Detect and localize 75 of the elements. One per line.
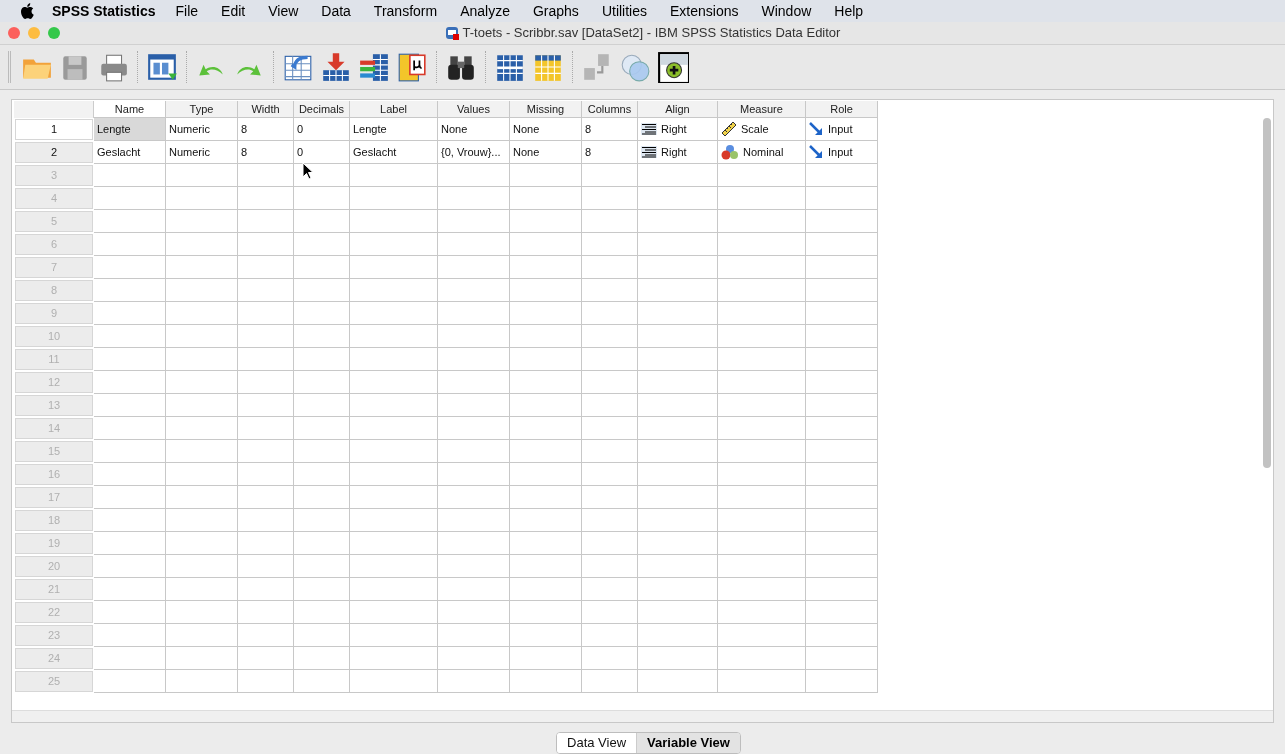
- menu-item[interactable]: Window: [761, 0, 812, 22]
- zoom-button[interactable]: [48, 27, 60, 39]
- close-button[interactable]: [8, 27, 20, 39]
- menu-item[interactable]: Edit: [221, 0, 246, 22]
- table-cell[interactable]: Geslacht: [94, 141, 166, 164]
- menu-item[interactable]: Help: [834, 0, 864, 22]
- table-cell[interactable]: Geslacht: [350, 141, 438, 164]
- column-header[interactable]: Decimals: [294, 101, 350, 118]
- table-cell[interactable]: Scale: [718, 118, 806, 141]
- menu-item[interactable]: Transform: [373, 0, 438, 22]
- table-cell[interactable]: None: [438, 118, 510, 141]
- table-cell[interactable]: 8: [582, 141, 638, 164]
- column-header[interactable]: Values: [438, 101, 510, 118]
- table-cell[interactable]: Nominal: [718, 141, 806, 164]
- column-header[interactable]: Type: [166, 101, 238, 118]
- table-cell[interactable]: {0, Vrouw}...: [438, 141, 510, 164]
- window-title: T-toets - Scribbr.sav [DataSet2] - IBM SPSS Statistics Data Editor: [462, 24, 841, 43]
- column-header[interactable]: Role: [806, 101, 878, 118]
- mouse-pointer-icon: [302, 162, 314, 180]
- apple-icon[interactable]: [20, 3, 34, 19]
- table-cell[interactable]: Input: [806, 118, 878, 141]
- table-cell[interactable]: 8: [238, 118, 294, 141]
- table-cell[interactable]: Right: [638, 141, 718, 164]
- data-file-icon: [444, 26, 459, 40]
- table-cell[interactable]: Lengte: [350, 118, 438, 141]
- menu-item[interactable]: Utilities: [601, 0, 647, 22]
- column-header[interactable]: Width: [238, 101, 294, 118]
- cell-value: Input: [828, 144, 853, 160]
- view-tab[interactable]: Variable View: [636, 733, 740, 753]
- align-right-icon: [641, 123, 657, 135]
- menu-item[interactable]: Analyze: [460, 0, 510, 22]
- scrollbar-thumb[interactable]: [1263, 118, 1271, 468]
- corner-header[interactable]: [14, 101, 94, 118]
- table-cell[interactable]: Lengte: [94, 118, 166, 141]
- insert-cases-icon[interactable]: [320, 51, 352, 83]
- table-cell[interactable]: Numeric: [166, 118, 238, 141]
- arrow-icon: [809, 145, 823, 159]
- column-header[interactable]: Label: [350, 101, 438, 118]
- column-header[interactable]: Name: [94, 101, 166, 118]
- dialog-icon[interactable]: [146, 51, 178, 83]
- table-cell[interactable]: None: [510, 141, 582, 164]
- insert-variable-icon[interactable]: [358, 51, 390, 83]
- menu-item[interactable]: Graphs: [532, 0, 579, 22]
- cell-value: Right: [661, 121, 687, 137]
- value-labels-icon[interactable]: [396, 51, 428, 83]
- align-right-icon: [641, 146, 657, 158]
- minimize-button[interactable]: [28, 27, 40, 39]
- arrow-icon: [809, 122, 823, 136]
- table-cell[interactable]: 0: [294, 118, 350, 141]
- column-header[interactable]: Measure: [718, 101, 806, 118]
- cell-value: Nominal: [743, 144, 784, 160]
- three-balls-icon: [721, 144, 739, 160]
- column-header[interactable]: Missing: [510, 101, 582, 118]
- menu-item[interactable]: Extensions: [670, 0, 739, 22]
- column-header[interactable]: Columns: [582, 101, 638, 118]
- table-cell[interactable]: 8: [238, 141, 294, 164]
- table-cell[interactable]: Numeric: [166, 141, 238, 164]
- table-cell[interactable]: 0: [294, 141, 350, 164]
- row-number[interactable]: 2: [15, 142, 93, 163]
- menu-item[interactable]: View: [268, 0, 299, 22]
- horizontal-scrollbar-track[interactable]: [12, 710, 1273, 722]
- cell-value: Scale: [741, 121, 769, 137]
- cell-value: Right: [661, 144, 687, 160]
- app-name[interactable]: SPSS Statistics: [52, 0, 156, 22]
- menu-item[interactable]: Data: [321, 0, 351, 22]
- row-number[interactable]: 1: [15, 119, 93, 140]
- menu-item[interactable]: File: [175, 0, 199, 22]
- add-extension-icon[interactable]: [657, 51, 689, 83]
- table-cell[interactable]: Right: [638, 118, 718, 141]
- column-header[interactable]: Align: [638, 101, 718, 118]
- table-cell[interactable]: Input: [806, 141, 878, 164]
- table-cell[interactable]: 8: [582, 118, 638, 141]
- ruler-icon: [721, 121, 737, 137]
- cell-value: Input: [828, 121, 853, 137]
- table-cell[interactable]: None: [510, 118, 582, 141]
